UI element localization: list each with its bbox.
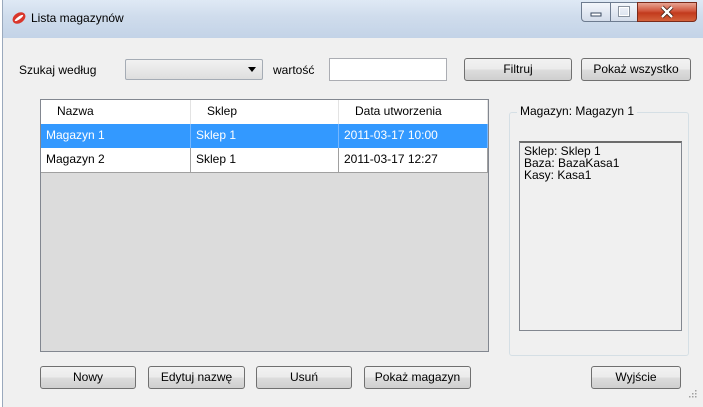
- details-textbox[interactable]: Sklep: Sklep 1 Baza: BazaKasa1 Kasy: Kas…: [519, 141, 682, 331]
- delete-button[interactable]: Usuń: [256, 366, 352, 389]
- column-header-name[interactable]: Nazwa: [41, 100, 191, 124]
- main-window: Lista magazynów Szukaj według wartość Fi…: [2, 0, 703, 407]
- details-line: Kasy: Kasa1: [524, 168, 592, 182]
- exit-button[interactable]: Wyjście: [591, 366, 681, 389]
- window-title: Lista magazynów: [31, 11, 124, 25]
- table-cell: Sklep 1: [191, 124, 339, 148]
- search-by-label: Szukaj według: [19, 63, 97, 77]
- caption-buttons: [581, 2, 697, 23]
- details-group-title: Magazyn: Magazyn 1: [517, 104, 638, 118]
- maximize-icon: [618, 6, 630, 17]
- table-cell: 2011-03-17 10:00: [339, 124, 488, 148]
- title-bar[interactable]: Lista magazynów: [3, 0, 703, 38]
- table-cell: Sklep 1: [191, 148, 339, 172]
- minimize-icon: [590, 12, 602, 17]
- search-field-combo[interactable]: [125, 59, 263, 80]
- show-store-button[interactable]: Pokaż magazyn: [364, 366, 471, 389]
- table-row[interactable]: Magazyn 2 Sklep 1 2011-03-17 12:27: [41, 148, 488, 173]
- value-label: wartość: [273, 63, 315, 77]
- table-cell: Magazyn 1: [41, 124, 191, 148]
- table-cell: Magazyn 2: [41, 148, 191, 172]
- table-row[interactable]: Magazyn 1 Sklep 1 2011-03-17 10:00: [41, 124, 488, 148]
- minimize-button[interactable]: [581, 2, 611, 22]
- show-all-button[interactable]: Pokaż wszystko: [581, 58, 691, 81]
- table-cell: 2011-03-17 12:27: [339, 148, 488, 172]
- column-header-shop[interactable]: Sklep: [191, 100, 339, 124]
- maximize-button[interactable]: [610, 2, 638, 22]
- chevron-down-icon: [248, 67, 256, 72]
- close-icon: [660, 5, 674, 19]
- grid-header: Nazwa Sklep Data utworzenia: [41, 100, 488, 125]
- value-input[interactable]: [329, 58, 447, 81]
- resize-grip-icon[interactable]: [687, 388, 697, 398]
- close-button[interactable]: [637, 2, 697, 22]
- stores-grid[interactable]: Nazwa Sklep Data utworzenia Magazyn 1 Sk…: [40, 99, 489, 352]
- client-area: Szukaj według wartość Filtruj Pokaż wszy…: [9, 38, 699, 400]
- new-button[interactable]: Nowy: [40, 366, 136, 389]
- app-icon: [12, 12, 26, 24]
- rename-button[interactable]: Edytuj nazwę: [148, 366, 245, 389]
- filter-button[interactable]: Filtruj: [464, 58, 572, 81]
- column-header-created[interactable]: Data utworzenia: [339, 100, 488, 124]
